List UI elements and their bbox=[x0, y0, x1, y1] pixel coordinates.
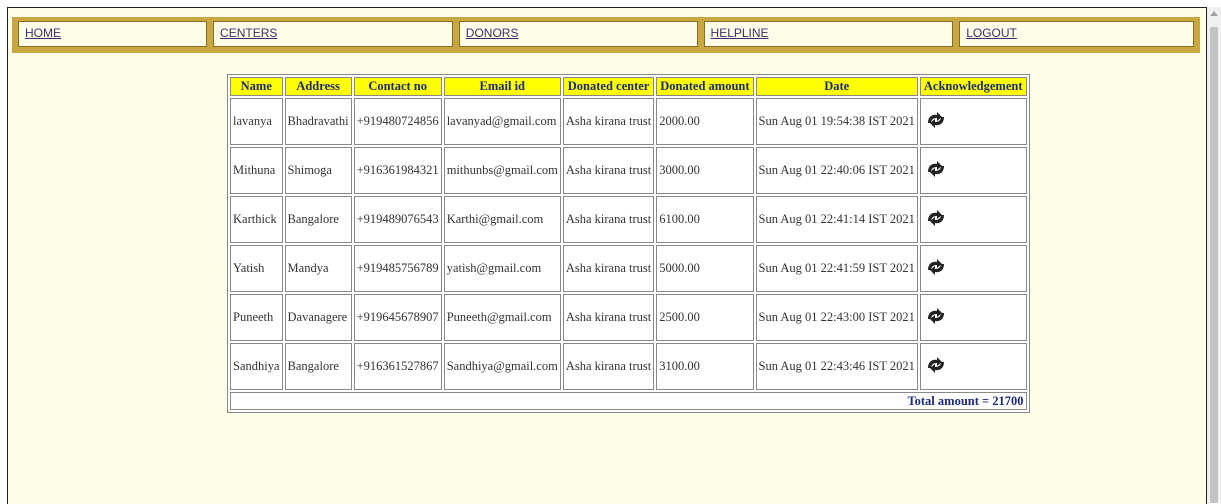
cell-acknowledgement bbox=[919, 147, 1027, 194]
cell-name: lavanya bbox=[230, 98, 283, 145]
table-row: Mithuna Shimoga +916361984321 mithunbs@gmai… bbox=[230, 147, 1027, 194]
nav-bar: HOME CENTERS DONORS HELPLINE LOGOUT bbox=[12, 17, 1200, 53]
acknowledge-refresh-icon[interactable] bbox=[925, 208, 947, 232]
nav-link-logout[interactable]: LOGOUT bbox=[966, 26, 1017, 40]
scroll-up-arrow-icon[interactable] bbox=[1210, 11, 1218, 16]
cell-acknowledgement bbox=[919, 196, 1027, 243]
nav-link-centers[interactable]: CENTERS bbox=[220, 26, 277, 40]
table-header-row: Name Address Contact no Email id Donated… bbox=[230, 77, 1027, 96]
col-header-email: Email id bbox=[443, 77, 561, 96]
table-row: Puneeth Davanagere +919645678907 Puneeth@gm… bbox=[230, 294, 1027, 341]
cell-date: Sun Aug 01 22:41:14 IST 2021 bbox=[755, 196, 918, 243]
cell-address: Bangalore bbox=[284, 196, 352, 243]
acknowledge-refresh-icon[interactable] bbox=[925, 257, 947, 281]
cell-acknowledgement bbox=[919, 294, 1027, 341]
cell-email: yatish@gmail.com bbox=[443, 245, 561, 292]
cell-address: Shimoga bbox=[284, 147, 352, 194]
nav-cell-logout: LOGOUT bbox=[959, 21, 1194, 47]
cell-address: Bangalore bbox=[284, 343, 352, 390]
cell-date: Sun Aug 01 22:43:46 IST 2021 bbox=[755, 343, 918, 390]
col-header-contact: Contact no bbox=[353, 77, 442, 96]
cell-date: Sun Aug 01 22:41:59 IST 2021 bbox=[755, 245, 918, 292]
col-header-date: Date bbox=[755, 77, 918, 96]
col-header-name: Name bbox=[230, 77, 283, 96]
cell-center: Asha kirana trust bbox=[562, 294, 655, 341]
col-header-amount: Donated amount bbox=[656, 77, 754, 96]
col-header-address: Address bbox=[284, 77, 352, 96]
nav-link-donors[interactable]: DONORS bbox=[466, 26, 519, 40]
page-frame: HOME CENTERS DONORS HELPLINE LOGOUT Name… bbox=[7, 7, 1207, 504]
cell-address: Mandya bbox=[284, 245, 352, 292]
acknowledge-refresh-icon[interactable] bbox=[925, 306, 947, 330]
cell-center: Asha kirana trust bbox=[562, 147, 655, 194]
cell-contact: +916361984321 bbox=[353, 147, 442, 194]
cell-acknowledgement bbox=[919, 245, 1027, 292]
donors-table: Name Address Contact no Email id Donated… bbox=[227, 74, 1030, 413]
cell-email: Puneeth@gmail.com bbox=[443, 294, 561, 341]
total-amount: Total amount = 21700 bbox=[230, 392, 1027, 410]
cell-center: Asha kirana trust bbox=[562, 196, 655, 243]
table-row: lavanya Bhadravathi +919480724856 lavanyad@… bbox=[230, 98, 1027, 145]
nav-link-home[interactable]: HOME bbox=[25, 26, 61, 40]
col-header-center: Donated center bbox=[562, 77, 655, 96]
cell-email: mithunbs@gmail.com bbox=[443, 147, 561, 194]
cell-contact: +919489076543 bbox=[353, 196, 442, 243]
cell-contact: +919645678907 bbox=[353, 294, 442, 341]
acknowledge-refresh-icon[interactable] bbox=[925, 355, 947, 379]
nav-cell-helpline: HELPLINE bbox=[703, 21, 954, 47]
nav-cell-donors: DONORS bbox=[458, 21, 698, 47]
cell-name: Sandhiya bbox=[230, 343, 283, 390]
nav-cell-centers: CENTERS bbox=[213, 21, 453, 47]
cell-date: Sun Aug 01 19:54:38 IST 2021 bbox=[755, 98, 918, 145]
cell-amount: 3100.00 bbox=[656, 343, 754, 390]
table-row: Karthick Bangalore +919489076543 Karthi@gma… bbox=[230, 196, 1027, 243]
cell-name: Yatish bbox=[230, 245, 283, 292]
cell-name: Karthick bbox=[230, 196, 283, 243]
nav-link-helpline[interactable]: HELPLINE bbox=[711, 26, 769, 40]
cell-amount: 3000.00 bbox=[656, 147, 754, 194]
acknowledge-refresh-icon[interactable] bbox=[925, 110, 947, 134]
cell-acknowledgement bbox=[919, 98, 1027, 145]
scrollbar[interactable] bbox=[1207, 7, 1221, 503]
cell-email: lavanyad@gmail.com bbox=[443, 98, 561, 145]
cell-acknowledgement bbox=[919, 343, 1027, 390]
cell-amount: 2500.00 bbox=[656, 294, 754, 341]
acknowledge-refresh-icon[interactable] bbox=[925, 159, 947, 183]
cell-center: Asha kirana trust bbox=[562, 98, 655, 145]
cell-email: Karthi@gmail.com bbox=[443, 196, 561, 243]
cell-address: Bhadravathi bbox=[284, 98, 352, 145]
table-row: Yatish Mandya +919485756789 yatish@gmail.co… bbox=[230, 245, 1027, 292]
cell-amount: 5000.00 bbox=[656, 245, 754, 292]
total-row: Total amount = 21700 bbox=[230, 392, 1027, 410]
cell-contact: +919485756789 bbox=[353, 245, 442, 292]
cell-center: Asha kirana trust bbox=[562, 343, 655, 390]
cell-contact: +919480724856 bbox=[353, 98, 442, 145]
nav-cell-home: HOME bbox=[18, 21, 208, 47]
cell-name: Mithuna bbox=[230, 147, 283, 194]
cell-address: Davanagere bbox=[284, 294, 352, 341]
table-row: Sandhiya Bangalore +916361527867 Sandhiya@g… bbox=[230, 343, 1027, 390]
cell-amount: 2000.00 bbox=[656, 98, 754, 145]
cell-date: Sun Aug 01 22:40:06 IST 2021 bbox=[755, 147, 918, 194]
cell-contact: +916361527867 bbox=[353, 343, 442, 390]
cell-center: Asha kirana trust bbox=[562, 245, 655, 292]
cell-email: Sandhiya@gmail.com bbox=[443, 343, 561, 390]
cell-amount: 6100.00 bbox=[656, 196, 754, 243]
cell-name: Puneeth bbox=[230, 294, 283, 341]
col-header-acknowledgement: Acknowledgement bbox=[919, 77, 1027, 96]
cell-date: Sun Aug 01 22:43:00 IST 2021 bbox=[755, 294, 918, 341]
scrollbar-thumb[interactable] bbox=[1210, 27, 1218, 503]
